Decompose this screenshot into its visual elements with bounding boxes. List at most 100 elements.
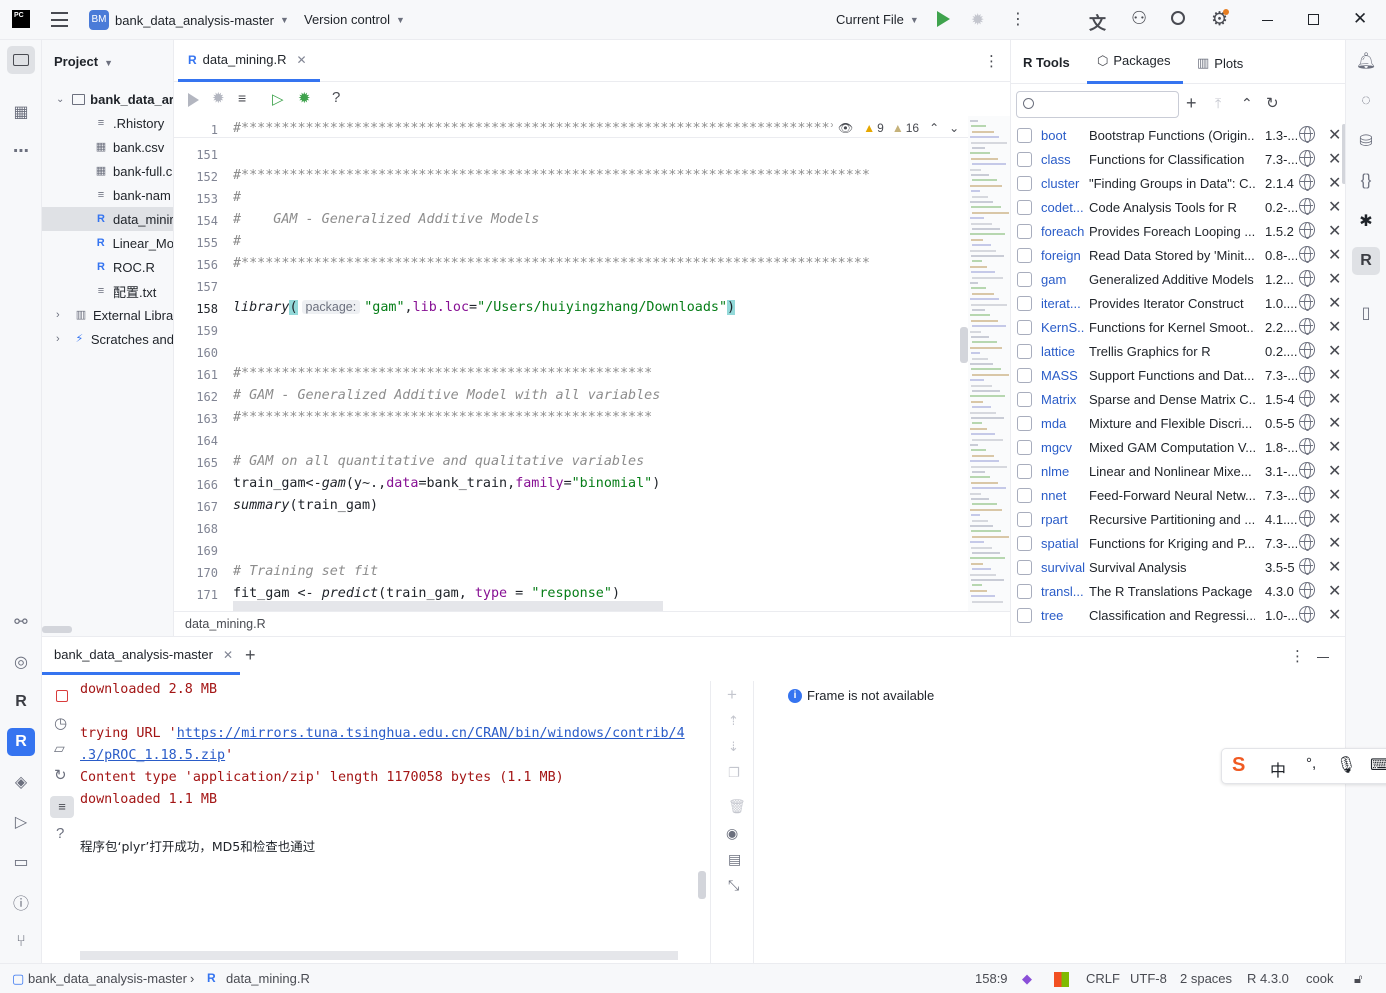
package-name-link[interactable]: class xyxy=(1041,152,1085,167)
line-separator[interactable]: CRLF xyxy=(1086,971,1120,986)
microphone-icon[interactable]: 🎙︎ xyxy=(1336,755,1356,775)
package-name-link[interactable]: MASS xyxy=(1041,368,1085,383)
caret-position[interactable]: 158:9 xyxy=(975,971,1008,986)
package-name-link[interactable]: iterat... xyxy=(1041,296,1085,311)
minimap[interactable] xyxy=(968,116,1010,611)
uninstall-package-icon[interactable]: ✕ xyxy=(1328,461,1341,481)
package-name-link[interactable]: mgcv xyxy=(1041,440,1085,455)
package-name-link[interactable]: codet... xyxy=(1041,200,1085,215)
tab-packages[interactable]: ⬡ Packages xyxy=(1087,40,1183,84)
keyboard-icon[interactable]: ⌨ xyxy=(1370,755,1386,775)
editor-tab-active[interactable]: R data_mining.R ✕ xyxy=(178,40,320,82)
package-row[interactable]: iterat... Provides Iterator Construct 1.0.… xyxy=(1011,292,1345,316)
package-name-link[interactable]: mda xyxy=(1041,416,1085,431)
terminal-icon[interactable]: ▭ xyxy=(7,848,35,876)
package-row[interactable]: tree Classification and Regressi... 1.0-..… xyxy=(1011,604,1345,628)
package-checkbox[interactable] xyxy=(1017,512,1032,527)
editor-hscrollbar[interactable] xyxy=(233,601,663,611)
tab-options-icon[interactable]: ⋮ xyxy=(984,52,999,70)
soft-wrap-icon[interactable]: ≡ xyxy=(50,796,74,818)
console-tab[interactable]: bank_data_analysis-master ✕ xyxy=(42,637,240,675)
debug-line-icon[interactable]: ✹ xyxy=(212,89,225,107)
python-console-icon[interactable]: ◎ xyxy=(7,648,35,676)
inspection-widget[interactable]: 👁 ▲ 9 ▲ 16 ⌃ ⌄ xyxy=(838,121,960,135)
upgrade-package-icon[interactable]: ⤒ xyxy=(1215,95,1221,112)
ai-assistant-icon[interactable]: ◌ xyxy=(1352,87,1380,115)
tree-file[interactable]: ≡ .Rhistory xyxy=(42,111,173,135)
open-docs-globe-icon[interactable] xyxy=(1299,294,1315,311)
status-project[interactable]: bank_data_analysis-master xyxy=(28,971,187,986)
open-docs-globe-icon[interactable] xyxy=(1299,126,1315,143)
package-checkbox[interactable] xyxy=(1017,224,1032,239)
services-icon[interactable]: ⚯ xyxy=(7,608,35,636)
package-row[interactable]: mgcv Mixed GAM Computation V... 1.8-... ✕ xyxy=(1011,436,1345,460)
package-name-link[interactable]: KernS... xyxy=(1041,320,1085,335)
package-name-link[interactable]: rpart xyxy=(1041,512,1085,527)
package-name-link[interactable]: foreach xyxy=(1041,224,1085,239)
copy-icon[interactable]: ❐ xyxy=(728,765,740,781)
minimize-icon[interactable] xyxy=(1262,20,1273,21)
uninstall-package-icon[interactable]: ✕ xyxy=(1328,293,1341,313)
debug-file-icon[interactable]: ✹ xyxy=(298,89,311,107)
tree-file[interactable]: ≡ 配置.txt xyxy=(42,279,173,303)
r-interpreter[interactable]: R 4.3.0 xyxy=(1247,971,1289,986)
open-docs-globe-icon[interactable] xyxy=(1299,606,1315,623)
problems-icon[interactable]: ⓘ xyxy=(7,888,35,916)
package-row[interactable]: foreach Provides Foreach Looping ... 1.5.2… xyxy=(1011,220,1345,244)
uninstall-package-icon[interactable]: ✕ xyxy=(1328,485,1341,505)
indent-setting[interactable]: 2 spaces xyxy=(1180,971,1232,986)
package-row[interactable]: survival Survival Analysis 3.5-5 ✕ xyxy=(1011,556,1345,580)
open-docs-globe-icon[interactable] xyxy=(1299,246,1315,263)
package-row[interactable]: boot Bootstrap Functions (Origin... 1.3-..… xyxy=(1011,124,1345,148)
package-checkbox[interactable] xyxy=(1017,416,1032,431)
uninstall-package-icon[interactable]: ✕ xyxy=(1328,149,1341,169)
open-docs-globe-icon[interactable] xyxy=(1299,462,1315,479)
open-docs-globe-icon[interactable] xyxy=(1299,414,1315,431)
console-help-icon[interactable]: ? xyxy=(56,825,64,842)
project-switcher[interactable]: BM bank_data_analysis-master ▼ xyxy=(89,10,289,30)
open-docs-globe-icon[interactable] xyxy=(1299,366,1315,383)
upgrade-all-icon[interactable]: ⌃ xyxy=(1241,95,1253,112)
open-docs-globe-icon[interactable] xyxy=(1299,582,1315,599)
maximize-icon[interactable] xyxy=(1308,14,1319,25)
project-panel-title[interactable]: Project ▼ xyxy=(54,54,113,69)
package-checkbox[interactable] xyxy=(1017,344,1032,359)
run-line-icon[interactable] xyxy=(188,93,199,107)
project-tool-icon[interactable] xyxy=(7,46,35,74)
uninstall-package-icon[interactable]: ✕ xyxy=(1328,581,1341,601)
hide-panel-icon[interactable] xyxy=(1317,657,1329,658)
file-encoding[interactable]: UTF-8 xyxy=(1130,971,1167,986)
uninstall-package-icon[interactable]: ✕ xyxy=(1328,533,1341,553)
run-file-icon[interactable]: ▷ xyxy=(272,90,284,108)
uninstall-package-icon[interactable]: ✕ xyxy=(1328,269,1341,289)
rerun-icon[interactable]: ↻ xyxy=(54,766,67,784)
uninstall-package-icon[interactable]: ✕ xyxy=(1328,389,1341,409)
open-docs-globe-icon[interactable] xyxy=(1299,270,1315,287)
run-config-selector[interactable]: Current File ▼ xyxy=(836,12,919,27)
package-row[interactable]: transl... The R Translations Package 4.3.0… xyxy=(1011,580,1345,604)
package-row[interactable]: nlme Linear and Nonlinear Mixe... 3.1-... ✕ xyxy=(1011,460,1345,484)
package-row[interactable]: KernS... Functions for Kernel Smoot... 2.2… xyxy=(1011,316,1345,340)
package-name-link[interactable]: transl... xyxy=(1041,584,1085,599)
package-row[interactable]: cluster "Finding Groups in Data": C... 2.1… xyxy=(1011,172,1345,196)
ai-status-icon[interactable]: ◆ xyxy=(1022,971,1032,987)
package-search-input[interactable] xyxy=(1016,91,1179,118)
notifications-icon[interactable]: 🔔︎ xyxy=(1352,47,1380,75)
package-checkbox[interactable] xyxy=(1017,464,1032,479)
package-name-link[interactable]: survival xyxy=(1041,560,1085,575)
breadcrumb-file[interactable]: data_mining.R xyxy=(185,617,266,631)
package-name-link[interactable]: lattice xyxy=(1041,344,1085,359)
tree-file[interactable]: ▦ bank.csv xyxy=(42,135,173,159)
next-highlight-icon[interactable]: ⌄ xyxy=(949,121,959,135)
open-docs-globe-icon[interactable] xyxy=(1299,150,1315,167)
tree-file[interactable]: ≡ bank-nam xyxy=(42,183,173,207)
uninstall-package-icon[interactable]: ✕ xyxy=(1328,509,1341,529)
app-logo-icon[interactable]: PC xyxy=(12,10,30,28)
search-icon[interactable] xyxy=(1171,11,1185,25)
lock-icon[interactable]: 🔓︎ xyxy=(1354,971,1362,987)
package-checkbox[interactable] xyxy=(1017,296,1032,311)
r-console-icon[interactable]: R xyxy=(7,688,35,716)
editor-vscrollbar-thumb[interactable] xyxy=(960,327,968,363)
close-window-icon[interactable]: ✕ xyxy=(1353,9,1367,29)
uninstall-package-icon[interactable]: ✕ xyxy=(1328,245,1341,265)
